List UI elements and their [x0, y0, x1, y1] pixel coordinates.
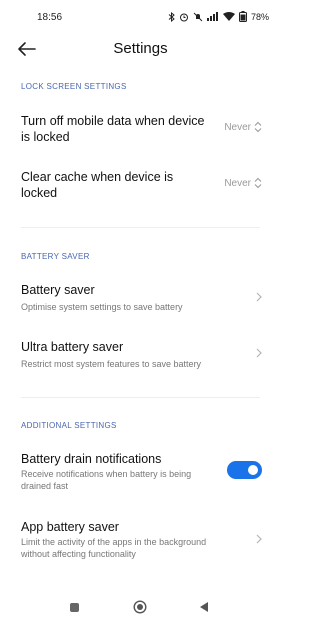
- setting-mobile-data-locked[interactable]: Turn off mobile data when device is lock…: [0, 110, 281, 158]
- row-title-line1: Clear cache when device is: [21, 170, 174, 184]
- setting-ultra-battery-saver[interactable]: Ultra battery saver Restrict most system…: [0, 337, 281, 373]
- app-header: Settings: [0, 32, 281, 66]
- battery-percent: 78%: [250, 11, 269, 22]
- row-subtitle: Restrict most system features to save ba…: [21, 359, 202, 369]
- page-title: Settings: [113, 40, 168, 57]
- chevron-right-icon: [256, 348, 262, 358]
- battery-icon: [238, 11, 247, 22]
- row-subtitle-line2: without affecting functionality: [21, 549, 136, 559]
- row-title-line2: is locked: [21, 130, 70, 144]
- row-title: App battery saver: [21, 520, 119, 534]
- up-down-chevron-icon: [254, 121, 262, 133]
- status-bar: 18:56 78%: [0, 0, 281, 32]
- row-title: Battery drain notifications: [21, 452, 162, 466]
- battery-drain-toggle[interactable]: [227, 461, 262, 479]
- wifi-icon: [222, 12, 235, 21]
- up-down-chevron-icon: [254, 177, 262, 189]
- chevron-right-icon: [256, 292, 262, 302]
- row-value: Never: [224, 122, 251, 133]
- setting-clear-cache-locked[interactable]: Clear cache when device is locked Never: [0, 166, 281, 214]
- setting-battery-saver[interactable]: Battery saver Optimise system settings t…: [0, 280, 281, 316]
- mute-icon: [193, 12, 203, 21]
- divider: [21, 227, 260, 228]
- row-subtitle-line1: Limit the activity of the apps in the ba…: [21, 537, 207, 547]
- section-label-lock-screen: LOCK SCREEN SETTINGS: [21, 82, 127, 91]
- signal-icon: [206, 12, 218, 21]
- row-value: Never: [224, 178, 251, 189]
- nav-back-icon[interactable]: [199, 601, 209, 613]
- row-subtitle-line1: Receive notifications when battery is be…: [21, 469, 192, 479]
- system-nav-bar: [0, 592, 281, 625]
- section-label-battery-saver: BATTERY SAVER: [21, 252, 90, 261]
- divider: [21, 397, 260, 398]
- alarm-icon: [179, 13, 188, 21]
- toggle-knob: [248, 465, 258, 475]
- status-time: 18:56: [37, 12, 63, 23]
- setting-app-battery-saver[interactable]: App battery saver Limit the activity of …: [0, 517, 281, 563]
- home-icon[interactable]: [133, 600, 147, 614]
- setting-battery-drain-notifications[interactable]: Battery drain notifications Receive noti…: [0, 449, 281, 495]
- row-title: Battery saver: [21, 283, 95, 297]
- section-label-additional: ADDITIONAL SETTINGS: [21, 421, 117, 430]
- row-subtitle: Optimise system settings to save battery: [21, 302, 183, 312]
- bluetooth-icon: [168, 11, 175, 22]
- row-subtitle-line2: drained fast: [21, 481, 69, 491]
- status-icons: 78%: [168, 11, 269, 22]
- row-title: Ultra battery saver: [21, 340, 124, 354]
- row-title-line1: Turn off mobile data when device: [21, 114, 205, 128]
- row-title-line2: locked: [21, 186, 58, 200]
- recent-apps-icon[interactable]: [70, 603, 79, 612]
- chevron-right-icon: [256, 534, 262, 544]
